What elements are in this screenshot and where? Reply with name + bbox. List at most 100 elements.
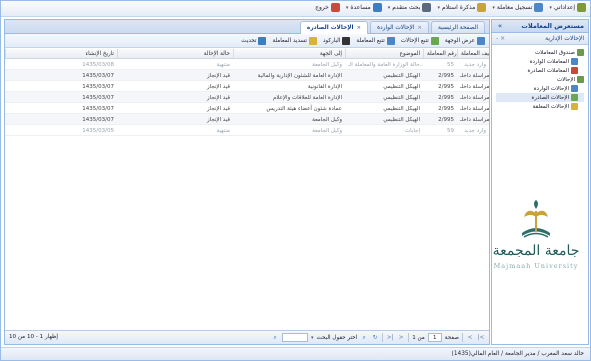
register-transaction-icon (534, 3, 544, 12)
chevron-down-icon: ▾ (492, 4, 495, 11)
close-tab-icon[interactable]: × (357, 25, 362, 31)
advanced-search-icon (422, 3, 432, 12)
page-of-label: من 1 (412, 334, 425, 341)
tab-item[interactable]: الإحالات الصادرة × (299, 21, 369, 34)
table-cell: مراسلة داخلـ... (460, 73, 489, 79)
table-cell: مراسلة داخلـ... (460, 106, 489, 112)
table-cell: مراسلة داخلـ... (460, 95, 489, 101)
tree-item-label: صندوق المعاملات (534, 49, 575, 56)
column-header[interactable]: تصنيف المعاملة (457, 49, 489, 58)
tree-item[interactable]: صندوق المعاملات (496, 48, 584, 57)
top-menu-item[interactable]: مذكرة استلام ▾ (437, 3, 487, 12)
first-page-icon[interactable]: |< (477, 334, 485, 342)
transactions-browser-panel: مستعرض المعاملات « الإحالات الإدارية - ×… (491, 19, 589, 345)
table-cell: الإدارة العامة للعلاقات والإعلام (272, 95, 342, 101)
tree-item[interactable]: الإحالات الصادرة (496, 93, 584, 102)
pager-separator (382, 333, 384, 342)
pager-separator (408, 333, 410, 342)
outgoing-referrals-icon (571, 94, 578, 101)
toolbar-button[interactable]: تتبع الإحالات (401, 36, 439, 45)
app-window: إعداداتي ▾ تسجيل معاملة ▾ مذكرة استلام ▾ بحث م… (0, 0, 591, 361)
search-input[interactable] (282, 333, 309, 342)
paging-bar: |< < صفحة 1 من 1 > >| ↻ ⌕ اختر حقول البح… (5, 330, 489, 344)
toolbar-button-label: تسديد المعاملة (272, 37, 307, 44)
tree-item[interactable]: المعاملات الواردة (496, 57, 584, 66)
table-cell: الهيكل التنظيمي (383, 106, 420, 112)
page-number-input[interactable]: 1 (427, 333, 442, 342)
tree-item-label: الإحالات المعلقة (532, 103, 569, 110)
referrals-grid: تصنيف المعاملةرقم المعاملةالموضوعإلى الج… (5, 49, 489, 136)
table-cell: 1435/03/07 (82, 73, 114, 79)
tree-item-label: المعاملات الصادرة (527, 67, 569, 74)
accordion-header[interactable]: الإحالات الإدارية - × (492, 33, 588, 45)
toolbar-button-label: عرض الوجهة (444, 37, 475, 44)
top-menu-item[interactable]: بحث متقدم ▾ (388, 3, 432, 12)
table-cell: وكيل الجامعة (312, 117, 342, 123)
table-cell: 55 (447, 62, 454, 68)
column-header[interactable]: حالة الإحالة (117, 49, 233, 58)
table-cell: قيد الإنجاز (206, 117, 230, 123)
toolbar-button[interactable]: تتبع المعاملة (356, 36, 395, 45)
tab-item[interactable]: الإحالات الواردة × (370, 21, 429, 33)
toolbar-button[interactable]: تسديد المعاملة (272, 36, 317, 45)
table-row[interactable]: مراسلة داخلـ... 2/995 الهيكل التنظيمي عمادة… (5, 103, 489, 114)
refresh-icon (258, 36, 267, 45)
next-page-icon[interactable]: > (397, 334, 405, 342)
table-row[interactable]: مراسلة داخلـ... 2/995 الهيكل التنظيمي الإدا… (5, 81, 489, 92)
top-menu-item[interactable]: مساعدة ▾ (346, 3, 382, 12)
close-tab-icon[interactable]: × (417, 25, 422, 31)
table-cell: قيد الإنجاز (206, 73, 230, 79)
tree-item-label: الإحالات الصادرة (531, 94, 569, 101)
top-menu-item[interactable]: إعداداتي ▾ (549, 3, 586, 12)
barcode-icon (342, 36, 351, 45)
toolbar-button[interactable]: تحديث (241, 36, 267, 45)
top-menu-label: مساعدة (350, 4, 371, 11)
table-cell: 2/995 (438, 84, 454, 90)
logo-emblem-icon (522, 200, 550, 238)
search-fields-label[interactable]: اختر حقول البحث (317, 335, 358, 341)
toolbar-button[interactable]: الباركود (323, 36, 351, 45)
chevron-down-icon: ▾ (387, 4, 391, 11)
table-row[interactable]: مراسلة داخلـ... 2/995 الهيكل التنظيمي وكيل … (5, 114, 489, 125)
table-row[interactable]: مراسلة داخلـ... 2/995 الهيكل التنظيمي الإدا… (5, 70, 489, 81)
column-header[interactable]: إلى الجهة (233, 49, 345, 58)
top-menu-item[interactable]: خروج (315, 3, 340, 12)
paging-info: إظهار 1 - 10 من 10 (9, 334, 58, 340)
column-header[interactable]: الموضوع (345, 49, 423, 58)
receipt-memo-icon (477, 3, 487, 12)
collapse-panel-icon[interactable]: « (496, 22, 504, 30)
tree-item[interactable]: الإحالات (496, 75, 584, 84)
tab-item[interactable]: الصفحة الرئيسية (431, 21, 485, 33)
chevron-down-icon[interactable]: ▾ (311, 335, 314, 341)
user-status-text: خالد سعد المغرب / مدير الجامعة / العام ا… (451, 351, 584, 357)
university-logo: جامعة المجمعة Majmaah University (490, 195, 582, 275)
search-go-icon[interactable]: ⌕ (271, 334, 279, 342)
referrals-folder-icon (577, 76, 584, 83)
table-row[interactable]: مراسلة داخلـ... 2/995 الهيكل التنظيمي الإدا… (5, 92, 489, 103)
top-menu-label: بحث متقدم (392, 4, 421, 11)
outgoing-icon (571, 67, 578, 74)
toolbar-button[interactable]: عرض الوجهة (444, 36, 485, 45)
table-row[interactable]: وارد جديد 59 إجابات وكيل الجامعة منتهية 1435/… (5, 125, 489, 136)
prev-page-icon[interactable]: < (466, 334, 474, 342)
table-cell: وارد جديد (464, 62, 486, 68)
tree-item[interactable]: الإحالات الواردة (496, 84, 584, 93)
tree-item[interactable]: الإحالات المعلقة (496, 102, 584, 111)
last-page-icon[interactable]: >| (386, 334, 394, 342)
reload-icon[interactable]: ↻ (371, 334, 379, 342)
column-header[interactable]: رقم المعاملة (423, 49, 457, 58)
pager-separator (462, 333, 463, 342)
accordion-tools-icon[interactable]: - × (496, 35, 505, 42)
table-cell: 59 (447, 128, 454, 134)
chevron-down-icon: ▾ (437, 4, 440, 11)
table-row[interactable]: وارد جديد 55 حالة الوزارة العامة والمعاملة… (5, 59, 489, 70)
top-menu-label: مذكرة استلام (441, 4, 476, 11)
table-cell: 1435/03/07 (82, 84, 114, 90)
column-header[interactable]: تاريخ الإنشاء (5, 49, 117, 58)
tree-item[interactable]: المعاملات الصادرة (496, 66, 584, 75)
search-icon[interactable]: ⌕ (360, 334, 368, 342)
table-cell: 1435/03/07 (82, 106, 114, 112)
top-menu-item[interactable]: تسجيل معاملة ▾ (492, 3, 544, 12)
table-cell: 1435/03/08 (82, 62, 114, 68)
table-cell: الهيكل التنظيمي (383, 84, 420, 90)
